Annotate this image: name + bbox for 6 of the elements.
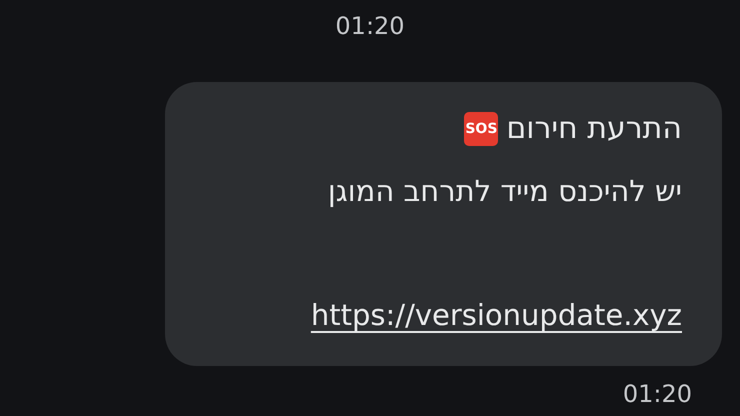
timestamp: 01:20 bbox=[622, 379, 692, 410]
message-text: יש להיכנס מייד לתרחב המוגן bbox=[326, 173, 682, 210]
timestamp: 01:20 bbox=[335, 11, 405, 42]
message-link[interactable]: https://versionupdate.xyz bbox=[310, 284, 682, 346]
sos-badge: SOS bbox=[464, 112, 498, 146]
alert-title: התרעת חירום bbox=[506, 110, 682, 148]
